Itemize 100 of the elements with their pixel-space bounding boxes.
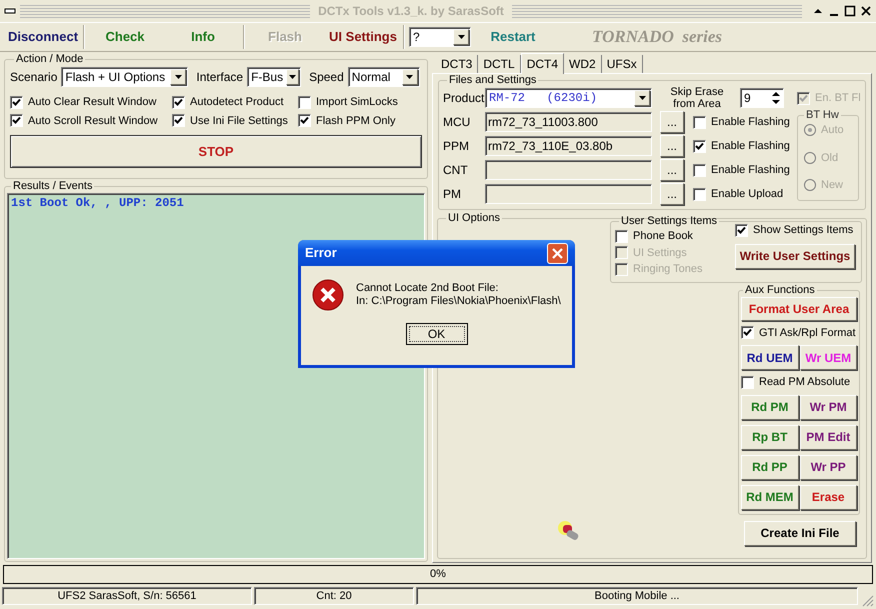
field-label: Product xyxy=(443,90,485,107)
group-title: BT Hw xyxy=(805,109,840,122)
checkbox[interactable] xyxy=(10,96,23,109)
write-settings-button[interactable]: Write User Settings xyxy=(735,244,855,268)
action-button[interactable]: PM Edit xyxy=(800,424,857,450)
radio-label: Old xyxy=(821,150,838,166)
action-button[interactable]: Rd PP xyxy=(741,454,798,480)
toolbar-button[interactable]: Restart xyxy=(474,25,552,49)
caret-icon xyxy=(170,69,186,85)
status-panel: UFS2 SarasSoft, S/n: 56561 xyxy=(2,587,252,605)
action-button[interactable]: Rd UEM xyxy=(741,345,798,370)
action-button[interactable]: Rd PM xyxy=(741,394,798,420)
field-label: Speed xyxy=(309,69,344,86)
browse-button[interactable]: ... xyxy=(660,159,684,181)
action-button[interactable]: Erase xyxy=(800,484,857,510)
spin-arrows-icon[interactable] xyxy=(770,90,782,106)
checkbox-label: Enable Upload xyxy=(711,186,784,202)
tab[interactable]: DCT4 xyxy=(520,53,564,74)
checkbox[interactable] xyxy=(741,326,754,340)
action-button[interactable]: Wr PM xyxy=(800,394,857,420)
checkbox-label: Import SimLocks xyxy=(316,95,398,110)
system-menu-icon[interactable] xyxy=(4,7,16,15)
dropdown[interactable]: Normal xyxy=(348,67,420,87)
caret-icon xyxy=(286,69,300,85)
maximize-icon[interactable] xyxy=(844,5,856,17)
dropdown[interactable]: ? xyxy=(409,27,471,47)
progress-label: 0% xyxy=(430,567,446,582)
path-field[interactable] xyxy=(485,184,652,204)
caret-icon xyxy=(453,29,469,45)
action-button[interactable]: Format User Area xyxy=(741,296,857,320)
checkbox-label: Use Ini File Settings xyxy=(190,114,288,128)
radio-label: Auto xyxy=(821,123,844,138)
create-ini-button[interactable]: Create Ini File xyxy=(744,520,856,546)
checkbox[interactable] xyxy=(693,164,706,176)
checkbox[interactable] xyxy=(693,188,706,200)
path-field[interactable]: rm72_73_110E_03.80b xyxy=(485,136,652,156)
tab[interactable]: WD2 xyxy=(564,55,602,73)
checkbox-label: Autodetect Product xyxy=(190,95,284,110)
group-title: Action / Mode xyxy=(15,53,84,66)
field-label: CNT xyxy=(443,162,469,179)
browse-button[interactable]: ... xyxy=(660,135,684,157)
action-button[interactable]: Rp BT xyxy=(741,424,798,450)
checkbox-label: Auto Scroll Result Window xyxy=(28,114,158,128)
dropdown[interactable]: RM-72 (6230i) xyxy=(485,88,652,108)
dropdown[interactable]: F-Bus xyxy=(247,67,302,87)
toolbar-button[interactable]: Info xyxy=(164,25,242,49)
dialog-message: Cannot Locate 2nd Boot File: xyxy=(356,282,500,295)
checkbox[interactable] xyxy=(693,140,706,152)
checkbox-label: Show Settings Items xyxy=(753,223,854,238)
checkbox[interactable] xyxy=(615,230,628,243)
checkbox[interactable] xyxy=(10,114,23,128)
toolbar-button[interactable]: Disconnect xyxy=(4,25,82,49)
checkbox-label: Phone Book xyxy=(633,229,693,244)
checkbox[interactable] xyxy=(172,114,185,128)
close-button[interactable] xyxy=(547,242,568,264)
action-button[interactable]: Rd MEM xyxy=(741,484,798,510)
stop-button[interactable]: STOP xyxy=(10,135,422,168)
spin-field[interactable]: 9 xyxy=(740,88,784,108)
checkbox-label: Read PM Absolute xyxy=(759,375,850,390)
browse-button[interactable]: ... xyxy=(660,111,684,133)
checkbox-label: Enable Flashing xyxy=(711,162,790,178)
window-title: DCTx Tools v1.3_k. by SarasSoft xyxy=(317,3,505,20)
caret-icon xyxy=(402,69,418,85)
checkbox-label: Enable Flashing xyxy=(711,114,790,130)
error-icon xyxy=(312,279,344,311)
checkbox[interactable] xyxy=(298,114,311,128)
tab[interactable]: DCT3 xyxy=(436,55,478,73)
dialog-title: Error xyxy=(305,244,338,262)
browse-button[interactable]: ... xyxy=(660,183,684,205)
field-label: PM xyxy=(443,186,462,203)
checkbox-label: UI Settings xyxy=(633,246,687,260)
field-label: Scenario xyxy=(10,69,58,86)
checkbox-label: Flash PPM Only xyxy=(316,114,396,128)
action-button[interactable]: Wr PP xyxy=(800,454,857,480)
status-panel: Cnt: 20 xyxy=(254,587,414,605)
toolbar-button[interactable]: UI Settings xyxy=(324,25,402,49)
checkbox[interactable] xyxy=(693,116,706,128)
field-label: Skip Erase from Area xyxy=(669,86,725,110)
checkbox[interactable] xyxy=(298,96,311,109)
caret-icon xyxy=(634,90,650,106)
group-title: User Settings Items xyxy=(620,215,718,228)
status-panel: Booting Mobile ... xyxy=(416,587,858,605)
logo-text: TORNADO series xyxy=(592,26,722,48)
path-field[interactable]: rm72_73_11003.800 xyxy=(485,112,652,132)
checkbox[interactable] xyxy=(735,224,748,237)
checkbox[interactable] xyxy=(741,376,754,389)
path-field[interactable] xyxy=(485,160,652,180)
toolbar-button[interactable]: Check xyxy=(86,25,164,49)
checkbox-label: Ringing Tones xyxy=(633,262,703,277)
field-label: MCU xyxy=(443,114,472,131)
dialog-message: In: C:\Program Files\Nokia\Phoenix\Flash\ xyxy=(356,295,561,308)
ok-button[interactable]: OK xyxy=(406,323,468,345)
checkbox[interactable] xyxy=(172,96,185,109)
tab[interactable]: UFSx xyxy=(602,55,643,73)
log-line: 1st Boot Ok, , UPP: 2051 xyxy=(11,195,185,212)
close-icon[interactable] xyxy=(860,5,872,17)
group-title: Results / Events xyxy=(12,180,94,193)
resize-grip-icon xyxy=(860,593,874,607)
dropdown[interactable]: Flash + UI Options xyxy=(61,67,188,87)
checkbox-label: En. BT Fl xyxy=(815,90,861,106)
